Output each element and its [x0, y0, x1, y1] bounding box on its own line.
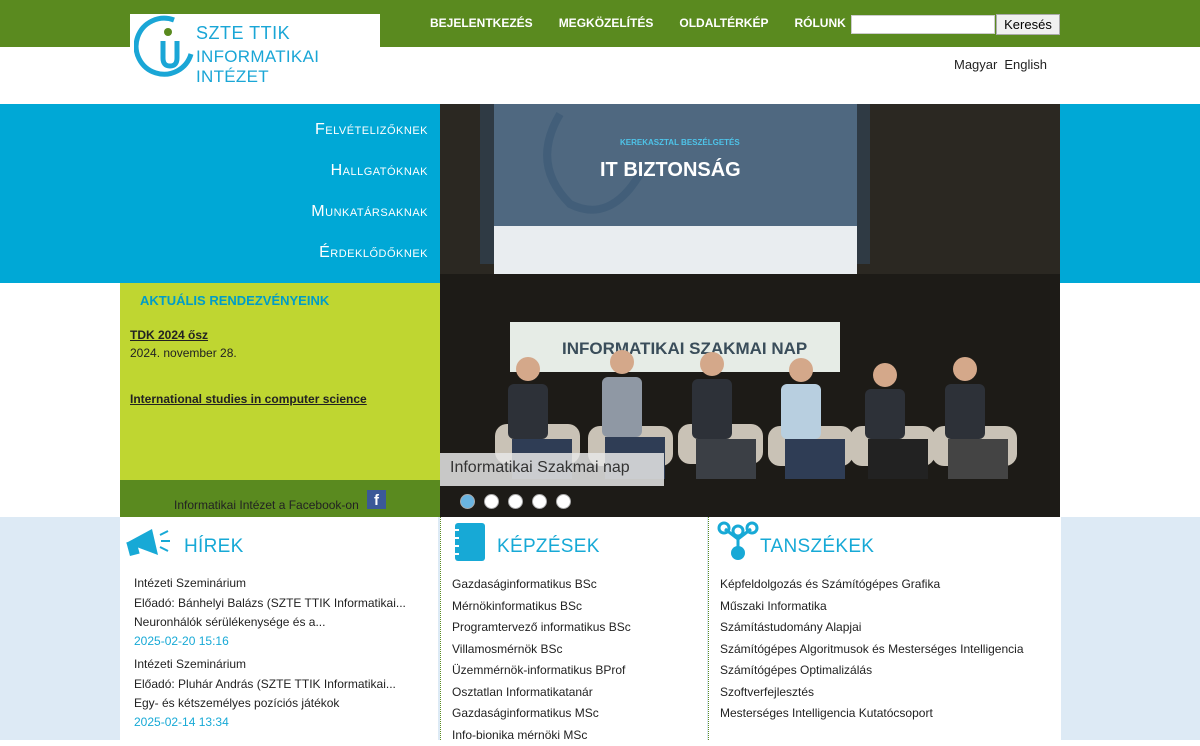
- site-logo[interactable]: SZTE TTIK INFORMATIKAI INTÉZET: [130, 14, 380, 78]
- nav-staff[interactable]: Munkatársaknak: [0, 186, 428, 227]
- screen-subtitle: KEREKASZTAL BESZÉLGETÉS: [620, 138, 740, 147]
- program-link[interactable]: Villamosmérnök BSc: [452, 639, 631, 661]
- department-link[interactable]: Számítógépes Algoritmusok és Mesterséges…: [720, 639, 1024, 661]
- slider-dot-2[interactable]: [484, 494, 499, 509]
- main-nav: Felvételizőknek Hallgatóknak Munkatársak…: [0, 104, 428, 268]
- search-button[interactable]: Keresés: [996, 14, 1060, 35]
- nav-about[interactable]: RÓLUNK: [794, 16, 845, 30]
- programs-title: KÉPZÉSEK: [497, 536, 600, 558]
- program-link[interactable]: Gazdaságinformatikus BSc: [452, 574, 631, 596]
- program-link[interactable]: Üzemmérnök-informatikus BProf: [452, 660, 631, 682]
- lang-hungarian[interactable]: Magyar: [954, 57, 997, 72]
- logo-line1: SZTE TTIK: [196, 23, 290, 44]
- program-link[interactable]: Gazdaságinformatikus MSc: [452, 703, 631, 725]
- events-box: AKTUÁLIS RENDEZVÉNYEINK TDK 2024 ősz 202…: [120, 283, 440, 480]
- news-line[interactable]: Előadó: Bánhelyi Balázs (SZTE TTIK Infor…: [134, 596, 406, 610]
- departments-list: Képfeldolgozás és Számítógépes Grafika M…: [720, 574, 1024, 725]
- nav-sitemap[interactable]: OLDALTÉRKÉP: [679, 16, 768, 30]
- network-icon: [717, 521, 759, 563]
- news-category: Intézeti Szeminárium: [134, 657, 246, 671]
- slide-caption-text: Informatikai Szakmai nap: [450, 459, 630, 477]
- slider-dot-4[interactable]: [532, 494, 547, 509]
- program-link[interactable]: Osztatlan Informatikatanár: [452, 682, 631, 704]
- department-link[interactable]: Műszaki Informatika: [720, 596, 1024, 618]
- slider-dot-1[interactable]: [460, 494, 475, 509]
- top-nav: BEJELENTKEZÉS MEGKÖZELÍTÉS OLDALTÉRKÉP R…: [430, 16, 846, 30]
- nav-students[interactable]: Hallgatóknak: [0, 145, 428, 186]
- program-link[interactable]: Mérnökinformatikus BSc: [452, 596, 631, 618]
- nav-login[interactable]: BEJELENTKEZÉS: [430, 16, 533, 30]
- slider-dot-5[interactable]: [556, 494, 571, 509]
- nav-interested[interactable]: Érdeklődőknek: [0, 227, 428, 268]
- news-date: 2025-02-20 15:16: [134, 634, 229, 648]
- programs-column: KÉPZÉSEK Gazdaságinformatikus BSc Mérnök…: [440, 517, 707, 740]
- notebook-icon: [449, 521, 489, 563]
- screen-title: IT BIZTONSÁG: [600, 158, 741, 181]
- event-link[interactable]: International studies in computer scienc…: [130, 392, 367, 406]
- slider-dot-3[interactable]: [508, 494, 523, 509]
- facebook-text: Informatikai Intézet a Facebook-on: [174, 498, 359, 512]
- news-line[interactable]: Egy- és kétszemélyes pozíciós játékok: [134, 696, 339, 710]
- news-column: HÍREK Intézeti Szeminárium Előadó: Bánhe…: [120, 517, 438, 740]
- slide-caption: Informatikai Szakmai nap: [440, 453, 664, 486]
- departments-title: TANSZÉKEK: [760, 536, 874, 558]
- department-link[interactable]: Képfeldolgozás és Számítógépes Grafika: [720, 574, 1024, 596]
- logo-mark-icon: [134, 14, 198, 78]
- news-line[interactable]: Előadó: Pluhár András (SZTE TTIK Informa…: [134, 677, 396, 691]
- slider-dots: [460, 494, 571, 509]
- news-title: HÍREK: [184, 536, 244, 558]
- search-input[interactable]: [851, 15, 995, 34]
- program-link[interactable]: Programtervező informatikus BSc: [452, 617, 631, 639]
- department-link[interactable]: Mesterséges Intelligencia Kutatócsoport: [720, 703, 1024, 725]
- departments-column: TANSZÉKEK Képfeldolgozás és Számítógépes…: [708, 517, 1061, 740]
- events-title: AKTUÁLIS RENDEZVÉNYEINK: [140, 293, 329, 308]
- facebook-bar[interactable]: Informatikai Intézet a Facebook-on f: [120, 480, 440, 517]
- programs-list: Gazdaságinformatikus BSc Mérnökinformati…: [452, 574, 631, 746]
- nav-applicants[interactable]: Felvételizőknek: [0, 104, 428, 145]
- department-link[interactable]: Szoftverfejlesztés: [720, 682, 1024, 704]
- news-category: Intézeti Szeminárium: [134, 576, 246, 590]
- megaphone-icon: [122, 521, 172, 561]
- logo-line2: INFORMATIKAI INTÉZET: [196, 47, 380, 87]
- banner-text: INFORMATIKAI SZAKMAI NAP: [562, 339, 807, 358]
- department-link[interactable]: Számítástudomány Alapjai: [720, 617, 1024, 639]
- facebook-icon[interactable]: f: [367, 490, 386, 509]
- right-blue-band: [1060, 104, 1200, 283]
- lang-english[interactable]: English: [1004, 57, 1047, 72]
- image-slider[interactable]: KEREKASZTAL BESZÉLGETÉS IT BIZTONSÁG INF…: [440, 104, 1060, 517]
- news-line[interactable]: Neuronhálók sérülékenysége és a...: [134, 615, 325, 629]
- program-link[interactable]: Info-bionika mérnöki MSc: [452, 725, 631, 746]
- language-switch: Magyar English: [954, 57, 1054, 72]
- news-date: 2025-02-14 13:34: [134, 715, 229, 729]
- event-link[interactable]: TDK 2024 ősz: [130, 328, 208, 342]
- nav-directions[interactable]: MEGKÖZELÍTÉS: [559, 16, 654, 30]
- event-date: 2024. november 28.: [130, 346, 237, 360]
- department-link[interactable]: Számítógépes Optimalizálás: [720, 660, 1024, 682]
